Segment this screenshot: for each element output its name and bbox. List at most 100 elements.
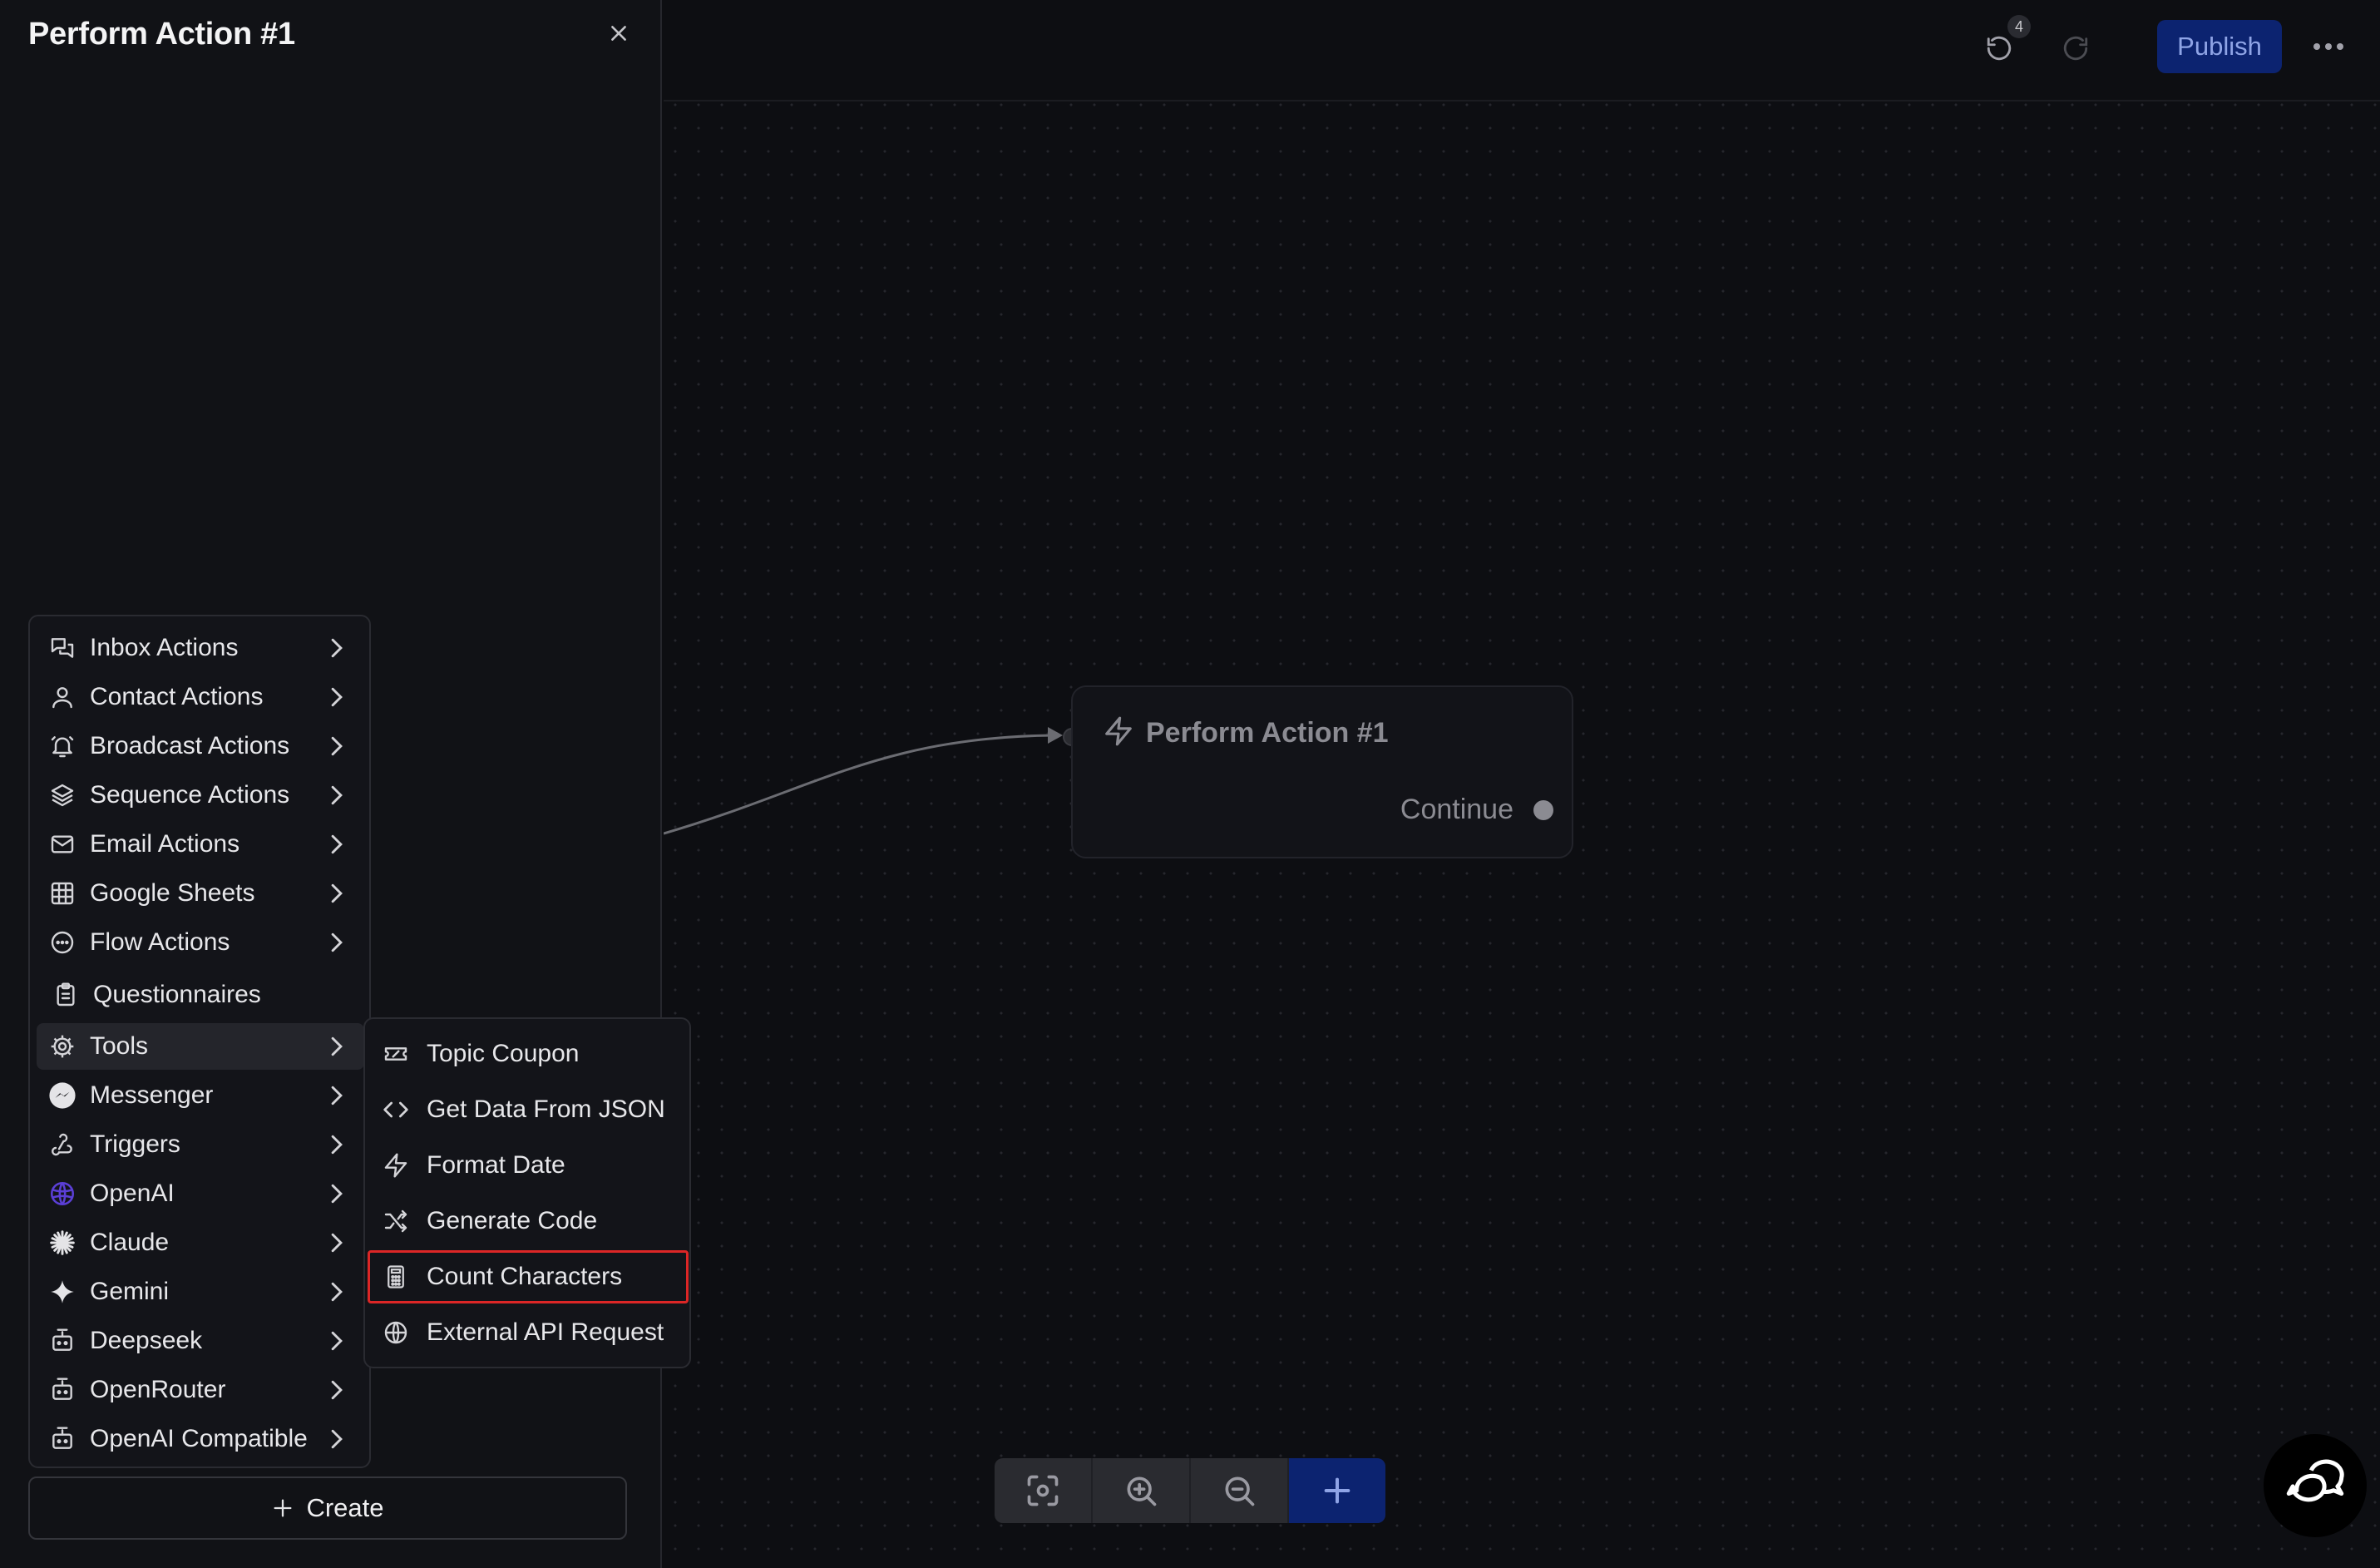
chevron-right-icon: [326, 1378, 348, 1402]
layers-icon: [48, 781, 77, 809]
bot-icon: [48, 1376, 77, 1404]
panel-title: Perform Action #1: [28, 17, 295, 52]
menu-item-label: Google Sheets: [90, 879, 255, 907]
menu-item-label: OpenRouter: [90, 1376, 226, 1403]
zoom-in-icon: [1127, 1476, 1157, 1506]
more-options-button[interactable]: [2308, 30, 2348, 63]
node-title: Perform Action #1: [1146, 717, 1389, 749]
app-root: Perform Action #1 Continue 4 Publish Per…: [0, 0, 2380, 1568]
action-category-menu: Inbox Actions Contact Actions Broadcast …: [28, 615, 371, 1468]
menu-item-deepseek[interactable]: Deepseek: [37, 1318, 364, 1364]
messenger-icon: [48, 1081, 77, 1110]
sheet-grid-icon: [48, 879, 77, 908]
menu-item-label: Flow Actions: [90, 928, 230, 956]
menu-item-gemini[interactable]: Gemini: [37, 1269, 364, 1315]
menu-item-inbox-actions[interactable]: Inbox Actions: [37, 625, 364, 671]
user-icon: [48, 683, 77, 711]
redo-button[interactable]: [2056, 28, 2096, 68]
menu-item-label: Messenger: [90, 1081, 214, 1109]
submenu-item-format-date[interactable]: Format Date: [370, 1140, 686, 1190]
perform-action-node[interactable]: Perform Action #1 Continue: [1071, 685, 1573, 858]
menu-item-flow-actions[interactable]: Flow Actions: [37, 919, 364, 966]
menu-item-claude[interactable]: Claude: [37, 1219, 364, 1266]
menu-item-openai[interactable]: OpenAI: [37, 1170, 364, 1217]
chat-bubbles-icon: [2286, 1459, 2344, 1502]
menu-item-contact-actions[interactable]: Contact Actions: [37, 674, 364, 720]
zap-icon: [382, 1151, 410, 1180]
dots-circle-icon: [48, 928, 77, 957]
submenu-item-topic-coupon[interactable]: Topic Coupon: [370, 1029, 686, 1079]
submenu-item-label: Format Date: [427, 1151, 565, 1179]
menu-item-label: Contact Actions: [90, 683, 264, 710]
plus-icon: [271, 1496, 294, 1520]
chevron-right-icon: [326, 1133, 348, 1156]
gemini-sparkle-icon: [48, 1278, 77, 1306]
submenu-item-external-api-request[interactable]: External API Request: [370, 1308, 686, 1358]
menu-item-label: Gemini: [90, 1278, 170, 1305]
menu-item-label: Tools: [90, 1032, 149, 1060]
clipboard-icon: [52, 981, 80, 1009]
publish-button[interactable]: Publish: [2157, 20, 2282, 73]
fit-view-button[interactable]: [995, 1458, 1093, 1523]
inbox-chat-icon: [48, 634, 77, 662]
webhook-icon: [48, 1130, 77, 1159]
node-output-handle[interactable]: [1533, 800, 1553, 820]
redo-icon: [2063, 36, 2088, 61]
chevron-right-icon: [326, 833, 348, 856]
submenu-item-generate-code[interactable]: Generate Code: [370, 1196, 686, 1246]
submenu-item-label: Topic Coupon: [427, 1040, 580, 1067]
submenu-item-get-data-from-json[interactable]: Get Data From JSON: [370, 1085, 686, 1135]
bell-icon: [48, 732, 77, 760]
focus-frame-icon: [1027, 1475, 1059, 1506]
zoom-out-icon: [1225, 1476, 1255, 1506]
submenu-item-label: External API Request: [427, 1318, 664, 1346]
create-button[interactable]: Create: [28, 1476, 627, 1540]
undo-count-badge: 4: [2007, 15, 2031, 38]
globe-icon: [382, 1318, 410, 1347]
chevron-right-icon: [326, 735, 348, 758]
menu-item-triggers[interactable]: Triggers: [37, 1121, 364, 1168]
menu-item-questionnaires[interactable]: Questionnaires: [37, 972, 364, 1018]
shuffle-icon: [382, 1207, 410, 1235]
chevron-right-icon: [326, 784, 348, 807]
menu-item-label: Triggers: [90, 1130, 180, 1158]
zoom-in-button[interactable]: [1093, 1458, 1191, 1523]
flow-edge: [664, 727, 1063, 835]
undo-icon: [1987, 36, 2012, 61]
menu-item-google-sheets[interactable]: Google Sheets: [37, 870, 364, 917]
menu-item-email-actions[interactable]: Email Actions: [37, 821, 364, 868]
close-panel-button[interactable]: [604, 18, 634, 48]
chevron-right-icon: [326, 636, 348, 660]
zoom-out-button[interactable]: [1191, 1458, 1289, 1523]
ticket-icon: [382, 1040, 410, 1068]
menu-item-label: Claude: [90, 1229, 170, 1256]
menu-item-label: OpenAI Compatible: [90, 1425, 308, 1452]
menu-item-messenger[interactable]: Messenger: [37, 1072, 364, 1119]
bot-icon: [48, 1327, 77, 1355]
submenu-item-count-characters[interactable]: Count Characters: [368, 1250, 689, 1303]
gear-icon: [48, 1032, 77, 1061]
create-button-label: Create: [306, 1493, 384, 1522]
more-horizontal-icon: [2313, 43, 2343, 50]
tools-submenu: Topic Coupon Get Data From JSON Format D…: [363, 1017, 691, 1368]
top-toolbar: [664, 0, 2380, 101]
menu-item-sequence-actions[interactable]: Sequence Actions: [37, 772, 364, 819]
chevron-right-icon: [326, 685, 348, 709]
mail-icon: [48, 830, 77, 858]
menu-item-label: Inbox Actions: [90, 634, 239, 661]
add-node-button[interactable]: [1289, 1458, 1385, 1523]
chevron-right-icon: [326, 882, 348, 905]
menu-item-label: Deepseek: [90, 1327, 203, 1354]
chevron-right-icon: [326, 1427, 348, 1451]
support-chat-button[interactable]: [2264, 1434, 2367, 1537]
bot-icon: [48, 1425, 77, 1453]
menu-item-broadcast-actions[interactable]: Broadcast Actions: [37, 723, 364, 769]
menu-item-label: Sequence Actions: [90, 781, 290, 809]
openai-icon: [48, 1180, 77, 1208]
chevron-right-icon: [326, 1182, 348, 1205]
menu-item-openrouter[interactable]: OpenRouter: [37, 1367, 364, 1413]
close-icon: [611, 26, 626, 41]
menu-item-openai-compatible[interactable]: OpenAI Compatible: [37, 1416, 364, 1462]
canvas-controls: [995, 1458, 1385, 1523]
menu-item-tools[interactable]: Tools: [37, 1023, 364, 1070]
